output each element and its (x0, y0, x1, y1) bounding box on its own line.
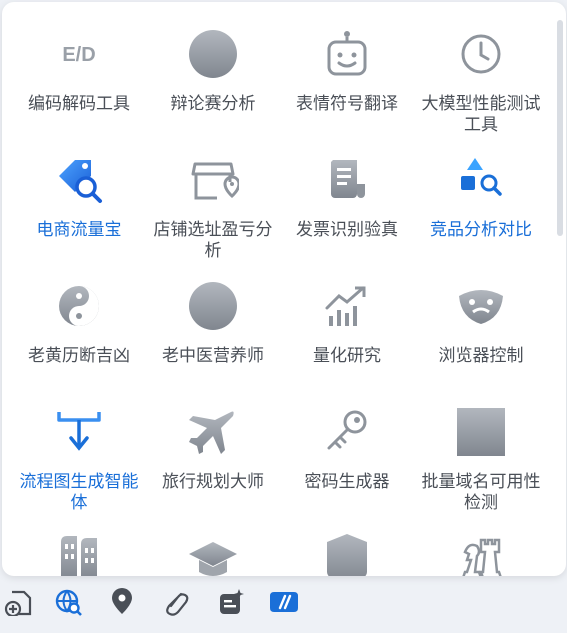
square-placeholder-icon (453, 404, 509, 460)
tool-item[interactable]: 量化研究 (280, 266, 414, 392)
tools-panel: E/D 编码解码工具 辩论赛分析 表情符号翻译 大模型性能测试工具 电商流量宝 店… (2, 2, 566, 576)
svg-text:E/D: E/D (62, 44, 95, 66)
chess-pieces-icon (453, 530, 509, 576)
tool-label: 老中医营养师 (162, 346, 264, 366)
tool-label: 大模型性能测试工具 (421, 94, 541, 135)
yin-yang-icon (51, 278, 107, 334)
bar-chart-up-icon (319, 278, 375, 334)
tool-item[interactable] (280, 518, 414, 576)
shield-icon (319, 530, 375, 576)
tool-item[interactable]: 密码生成器 (280, 392, 414, 518)
clock-icon (453, 26, 509, 82)
tool-item[interactable] (414, 518, 548, 576)
scrollbar[interactable] (557, 20, 563, 236)
buildings-icon (51, 530, 107, 576)
globe-search-icon[interactable] (52, 586, 84, 618)
tool-item[interactable]: 批量域名可用性检测 (414, 392, 548, 518)
tool-item[interactable]: 老黄历断吉凶 (12, 266, 146, 392)
key-icon (319, 404, 375, 460)
tool-item[interactable]: 表情符号翻译 (280, 14, 414, 140)
paperclip-icon[interactable] (160, 586, 192, 618)
airplane-icon (185, 404, 241, 460)
sparkle-list-icon[interactable] (215, 586, 247, 618)
tool-item[interactable]: 老中医营养师 (146, 266, 280, 392)
tool-item[interactable]: 旅行规划大师 (146, 392, 280, 518)
map-pin-icon[interactable] (106, 586, 138, 618)
flow-branch-icon (51, 404, 107, 460)
tool-item[interactable]: 店铺选址盈亏分析 (146, 140, 280, 266)
add-document-icon[interactable] (2, 586, 34, 618)
robot-face-icon (319, 26, 375, 82)
tool-item[interactable]: 发票识别验真 (280, 140, 414, 266)
ed-text-icon: E/D (51, 26, 107, 82)
theater-masks-icon (453, 278, 509, 334)
shop-location-icon (185, 152, 241, 208)
tool-item[interactable]: 浏览器控制 (414, 266, 548, 392)
tool-label: 密码生成器 (304, 472, 390, 492)
tool-label: 旅行规划大师 (162, 472, 264, 492)
tool-label: 编码解码工具 (28, 94, 130, 114)
tool-item[interactable]: 竞品分析对比 (414, 140, 548, 266)
tool-label: 辩论赛分析 (170, 94, 256, 114)
circle-placeholder-icon (185, 26, 241, 82)
shapes-search-icon (453, 152, 509, 208)
tool-label: 发票识别验真 (296, 220, 398, 240)
graduation-cap-icon (185, 530, 241, 576)
price-tag-search-icon (51, 152, 107, 208)
input-toolbar (0, 586, 567, 626)
circle-placeholder-icon (185, 278, 241, 334)
tool-label: 电商流量宝 (36, 220, 122, 240)
tool-item[interactable]: E/D 编码解码工具 (12, 14, 146, 140)
tool-item[interactable]: 电商流量宝 (12, 140, 146, 266)
tool-item[interactable]: 大模型性能测试工具 (414, 14, 548, 140)
tool-label: 批量域名可用性检测 (421, 472, 541, 513)
tool-label: 量化研究 (313, 346, 381, 366)
tool-item[interactable] (146, 518, 280, 576)
tool-item[interactable]: 辩论赛分析 (146, 14, 280, 140)
tool-label: 流程图生成智能体 (19, 472, 139, 513)
slash-code-icon[interactable] (268, 586, 300, 618)
tool-item[interactable] (12, 518, 146, 576)
tool-label: 表情符号翻译 (296, 94, 398, 114)
tool-label: 竞品分析对比 (430, 220, 532, 240)
tools-grid: E/D 编码解码工具 辩论赛分析 表情符号翻译 大模型性能测试工具 电商流量宝 店… (12, 14, 548, 576)
tool-label: 浏览器控制 (438, 346, 524, 366)
invoice-icon (319, 152, 375, 208)
tool-item[interactable]: 流程图生成智能体 (12, 392, 146, 518)
tool-label: 店铺选址盈亏分析 (153, 220, 273, 261)
tool-label: 老黄历断吉凶 (28, 346, 130, 366)
